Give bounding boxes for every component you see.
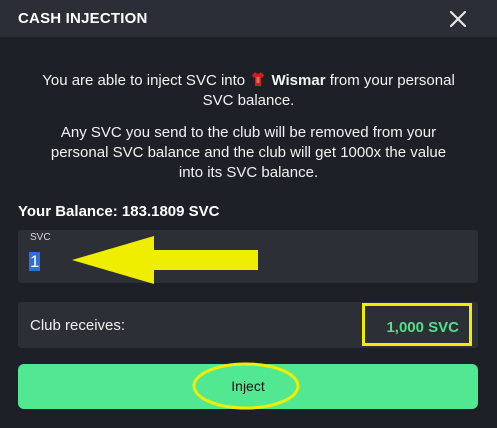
inject-description: You are able to inject SVC into Wismar f… — [0, 71, 497, 111]
selected-text[interactable]: 1 — [29, 252, 41, 271]
warning-line-2: personal SVC balance and the club will g… — [50, 144, 447, 161]
description-text-end: from your personal — [329, 72, 455, 89]
inject-warning: Any SVC you send to the club will be rem… — [0, 123, 497, 183]
dialog-header: CASH INJECTION — [0, 0, 497, 37]
svc-input-label: SVC — [30, 232, 51, 243]
description-text-start: You are able to inject SVC into — [42, 72, 246, 89]
svc-input-value[interactable]: 1 — [29, 252, 41, 272]
warning-line-3: into its SVC balance. — [178, 164, 319, 181]
red-jersey-icon — [252, 72, 265, 86]
club-receives-label: Club receives: — [30, 317, 126, 334]
club-name: Wismar — [271, 72, 326, 89]
annotation-ellipse-icon — [192, 362, 300, 410]
club-receives-value: 1,000 SVC — [386, 319, 459, 336]
balance-text: Your Balance: 183.1809 SVC — [18, 203, 220, 220]
close-icon[interactable] — [447, 8, 469, 30]
dialog-title: CASH INJECTION — [18, 10, 148, 27]
description-line-2: SVC balance. — [202, 92, 295, 109]
annotation-highlight-box: 1,000 SVC — [362, 303, 472, 346]
club-receives-row: Club receives: 1,000 SVC — [18, 302, 478, 348]
warning-line-1: Any SVC you send to the club will be rem… — [60, 124, 437, 141]
annotation-arrow-icon — [72, 236, 258, 284]
